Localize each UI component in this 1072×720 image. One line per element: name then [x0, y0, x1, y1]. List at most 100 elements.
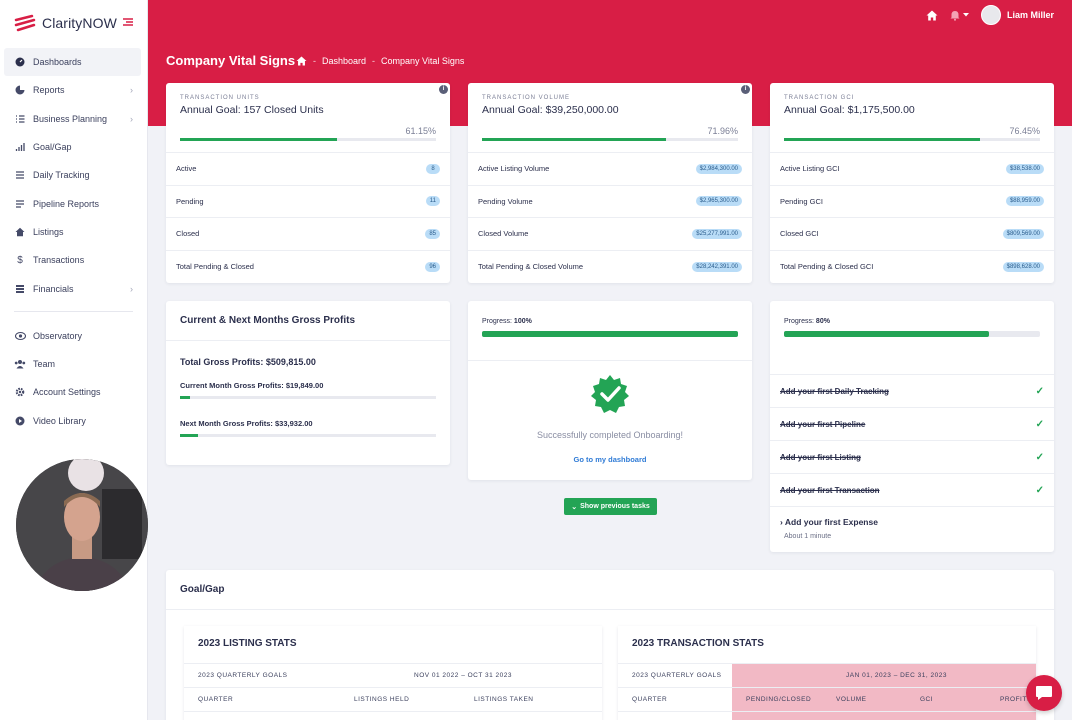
breadcrumb-home-icon[interactable]	[296, 56, 307, 66]
goal-percent: 61.15%	[405, 126, 436, 136]
sidebar-item-pipeline-reports[interactable]: Pipeline Reports	[0, 189, 147, 217]
info-icon[interactable]: i	[439, 85, 448, 94]
goal-row-closed: Closed Volume $25,277,991.00	[468, 218, 752, 251]
row-label: Pending Volume	[478, 196, 533, 206]
goals-label: 2023 QUARTERLY GOALS	[198, 672, 288, 679]
breadcrumb: - Dashboard - Company Vital Signs	[296, 56, 464, 66]
task-item[interactable]: Add your first Listing ✓	[770, 440, 1054, 473]
chat-icon	[1036, 686, 1052, 700]
transaction-goals-row: 2023 QUARTERLY GOALS JAN 01, 2023 – DEC …	[618, 664, 1036, 688]
goal-row-active: Active Listing GCI $38,538.00	[770, 153, 1054, 186]
breadcrumb-separator: -	[372, 56, 376, 66]
sidebar-item-observatory[interactable]: Observatory	[0, 322, 147, 350]
goal-row-closed: Closed GCI $809,569.00	[770, 218, 1054, 251]
menu-toggle-icon[interactable]	[122, 16, 134, 28]
value-pill: 96	[425, 261, 440, 272]
transaction-stats-title: 2023 TRANSACTION STATS	[618, 626, 1036, 664]
row-label: Active	[176, 164, 197, 174]
chevron-down-icon: ⌄	[571, 503, 578, 511]
onboarding-progress-bar	[482, 331, 738, 337]
col-header: LISTINGS TAKEN	[474, 696, 534, 703]
transaction-header-row: QUARTER PENDING/CLOSED VOLUME GCI PROFIT…	[618, 688, 1036, 712]
onboarding-progress-fill	[482, 331, 738, 337]
value-pill: 8	[426, 163, 440, 174]
goal-progress-fill	[784, 138, 980, 141]
webcam-overlay	[16, 459, 148, 591]
info-icon[interactable]: i	[741, 85, 750, 94]
go-to-dashboard-link[interactable]: Go to my dashboard	[468, 455, 752, 464]
next-task[interactable]: › Add your first Expense About 1 minute	[770, 506, 1054, 550]
goal-row-total: Total Pending & Closed 96	[166, 251, 450, 284]
progress-text: Progress:	[784, 318, 814, 325]
task-item[interactable]: Add your first Pipeline ✓	[770, 407, 1054, 440]
chat-widget-button[interactable]	[1026, 675, 1062, 711]
caret-down-icon	[962, 13, 969, 17]
goal-progress-bar	[180, 138, 436, 141]
transaction-stats-panel: 2023 TRANSACTION STATS 2023 QUARTERLY GO…	[618, 626, 1036, 720]
verified-badge-icon	[591, 375, 629, 413]
row-label: Closed GCI	[780, 229, 819, 239]
value-pill: 11	[425, 196, 440, 207]
current-month-profits: Current Month Gross Profits: $19,849.00	[180, 381, 324, 390]
row-label: Total Pending & Closed Volume	[478, 262, 584, 272]
goal-kicker: TRANSACTION VOLUME	[482, 95, 571, 101]
goal-row-pending: Pending GCI $88,959.00	[770, 186, 1054, 218]
list-icon	[14, 169, 26, 181]
goal-row-active: Active Listing Volume $2,984,300.00	[468, 153, 752, 186]
goal-progress-fill	[482, 138, 667, 141]
onboarding-message: Successfully completed Onboarding!	[536, 430, 684, 440]
sidebar-nav-secondary: Observatory Team Account Settings Video …	[0, 322, 147, 435]
checkmark-icon: ✓	[1035, 418, 1044, 430]
breadcrumb-current: Company Vital Signs	[381, 56, 465, 66]
value-pill: $25,277,991.00	[692, 228, 742, 239]
sidebar-item-dashboards[interactable]: Dashboards	[4, 48, 141, 77]
row-label: Total Pending & Closed GCI	[780, 262, 874, 272]
dollar-icon: $	[17, 254, 23, 266]
task-label: Add your first Daily Tracking	[780, 386, 889, 396]
goal-row-pending: Pending 11	[166, 186, 450, 218]
sidebar-item-reports[interactable]: Reports ›	[0, 76, 147, 104]
chevron-right-icon: ›	[130, 85, 133, 96]
home-icon[interactable]	[926, 10, 938, 21]
progress-text: Progress:	[482, 318, 512, 325]
onboarding-card: Progress: 100% Successfully completed On…	[468, 301, 752, 480]
row-label: Closed	[176, 229, 200, 239]
home-icon	[14, 226, 26, 238]
brand-name: ClarityNOW	[42, 15, 117, 31]
goal-row-total: Total Pending & Closed Volume $28,242,391…	[468, 251, 752, 284]
gross-profits-title: Current & Next Months Gross Profits	[166, 301, 450, 341]
sidebar-item-label: Goal/Gap	[33, 142, 72, 153]
breadcrumb-separator: -	[313, 56, 316, 66]
row-label: Pending GCI	[780, 196, 823, 206]
goal-title: Annual Goal: $39,250,000.00	[482, 104, 619, 116]
sidebar-item-goal-gap[interactable]: Goal/Gap	[0, 133, 147, 161]
sidebar-item-video-library[interactable]: Video Library	[0, 407, 147, 435]
goal-progress-bar	[784, 138, 1040, 141]
next-task-duration: About 1 minute	[784, 533, 832, 540]
goal-card-header: i TRANSACTION VOLUME Annual Goal: $39,25…	[468, 83, 752, 153]
goal-kicker: TRANSACTION UNITS	[180, 95, 260, 101]
transaction-units-card: i TRANSACTION UNITS Annual Goal: 157 Clo…	[166, 83, 450, 283]
sidebar-item-transactions[interactable]: $ Transactions	[0, 246, 147, 274]
sidebar-item-label: Dashboards	[33, 57, 82, 68]
stack-icon	[14, 283, 26, 295]
sidebar-item-daily-tracking[interactable]: Daily Tracking	[0, 161, 147, 189]
row-label: Active Listing GCI	[780, 164, 840, 174]
sidebar-item-team[interactable]: Team	[0, 350, 147, 378]
sidebar-item-account-settings[interactable]: Account Settings	[0, 378, 147, 406]
sidebar-item-listings[interactable]: Listings	[0, 218, 147, 246]
user-menu[interactable]: Liam Miller	[980, 5, 1054, 25]
task-item[interactable]: Add your first Daily Tracking ✓	[770, 374, 1054, 407]
breadcrumb-dashboard[interactable]: Dashboard	[322, 56, 366, 66]
task-item[interactable]: Add your first Transaction ✓	[770, 473, 1054, 506]
brand[interactable]: ClarityNOW	[0, 0, 147, 46]
sidebar-item-label: Pipeline Reports	[33, 198, 100, 209]
notifications-dropdown[interactable]	[950, 10, 969, 21]
sidebar-item-label: Daily Tracking	[33, 170, 90, 181]
show-previous-tasks-button[interactable]: ⌄ Show previous tasks	[564, 498, 657, 515]
sidebar-item-business-planning[interactable]: Business Planning ›	[0, 105, 147, 133]
goal-card-header: TRANSACTION GCI Annual Goal: $1,175,500.…	[770, 83, 1054, 153]
list-check-icon	[14, 113, 26, 125]
sidebar-item-financials[interactable]: Financials ›	[0, 274, 147, 302]
col-header: LISTINGS HELD	[354, 696, 410, 703]
